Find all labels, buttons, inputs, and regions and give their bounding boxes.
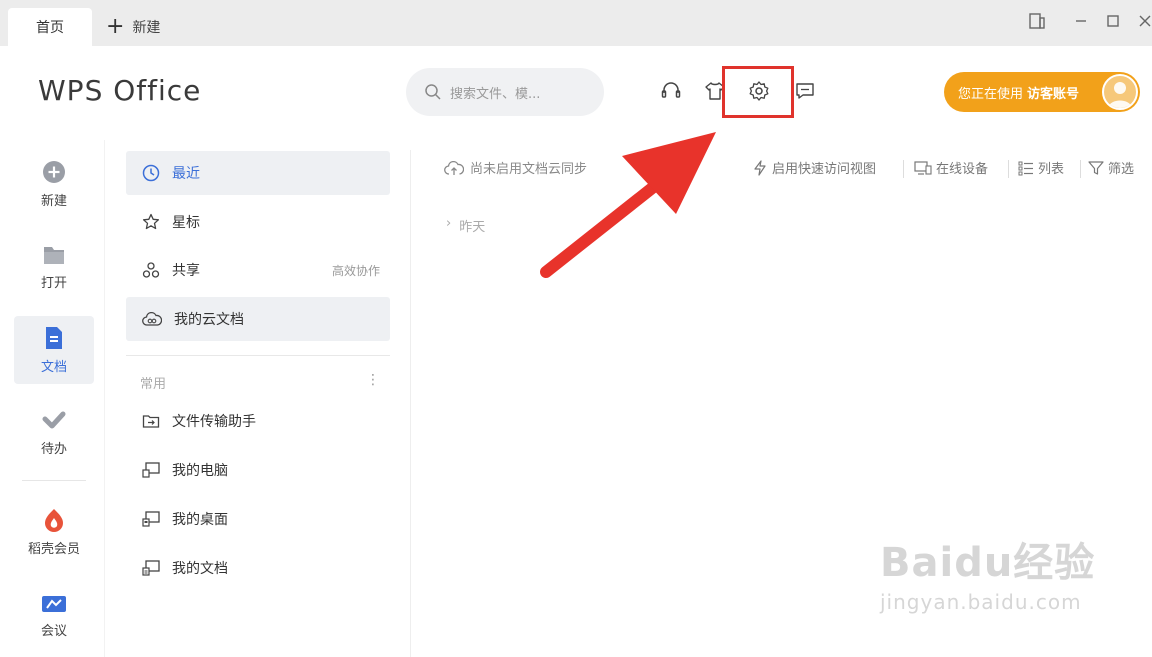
rail-item-open[interactable]: 打开 <box>14 233 94 301</box>
desktop-icon <box>142 510 160 528</box>
computer-icon <box>142 461 160 479</box>
nav-item-recent[interactable]: 最近 <box>126 151 390 195</box>
nav-item-my-documents[interactable]: 我的文档 <box>126 546 390 590</box>
list-label: 列表 <box>1038 162 1065 177</box>
filter-button[interactable]: 筛选 <box>1088 158 1134 177</box>
cloud-icon <box>142 311 162 327</box>
shared-hint: 高效协作 <box>331 263 380 278</box>
video-icon <box>41 594 67 614</box>
tab-home[interactable]: 首页 <box>8 8 92 46</box>
search-box[interactable]: 搜索文件、模... <box>406 68 604 116</box>
rail-label-new: 新建 <box>40 193 67 209</box>
rail-item-new[interactable]: 新建 <box>14 150 94 218</box>
layout-icon[interactable] <box>1026 10 1048 32</box>
section-more-icon[interactable]: ⋮ <box>366 372 380 388</box>
plus-icon: + <box>106 14 125 39</box>
nav-item-my-desktop[interactable]: 我的桌面 <box>126 497 390 541</box>
rail-label-documents: 文档 <box>40 359 67 375</box>
flame-icon <box>43 508 65 532</box>
cloud-sync-status[interactable]: 尚未启用文档云同步 <box>444 158 587 177</box>
online-devices-button[interactable]: 在线设备 <box>914 158 988 177</box>
rail-label-docer-vip: 稻壳会员 <box>27 541 80 557</box>
list-icon <box>1018 160 1034 176</box>
message-icon[interactable] <box>792 78 818 104</box>
group-yesterday-label: 昨天 <box>459 220 486 235</box>
nav-label-recent: 最近 <box>172 166 200 182</box>
nav-label-cloud-docs: 我的云文档 <box>174 312 244 328</box>
rail-separator <box>22 480 86 481</box>
user-account-button[interactable]: 您正在使用 访客账号 <box>944 72 1140 112</box>
star-icon <box>142 213 160 231</box>
check-icon <box>42 410 66 432</box>
nav-label-transfer: 文件传输助手 <box>172 414 256 430</box>
quick-view-label: 启用快速访问视图 <box>772 162 877 177</box>
close-button[interactable] <box>1134 10 1152 32</box>
list-view-button[interactable]: 列表 <box>1018 158 1064 177</box>
headset-icon[interactable] <box>658 78 684 104</box>
wps-window: 首页 + 新建 WPS Office 搜索文件、模... 您正在使用 访客账号 … <box>0 0 1152 657</box>
watermark-sub: jingyan.baidu.com <box>880 590 1082 614</box>
plus-circle-icon <box>42 160 66 184</box>
column-divider <box>410 150 411 657</box>
filter-icon <box>1088 160 1104 176</box>
minimize-button[interactable] <box>1070 10 1092 32</box>
rail-label-open: 打开 <box>40 275 67 291</box>
rail-item-docer-vip[interactable]: 稻壳会员 <box>14 498 94 566</box>
tab-new[interactable]: + 新建 <box>106 8 160 46</box>
nav-label-my-documents: 我的文档 <box>172 561 228 577</box>
rail-item-todo[interactable]: 待办 <box>14 399 94 467</box>
rail-item-meeting[interactable]: 会议 <box>14 582 94 650</box>
title-bar: 首页 + 新建 <box>0 0 1152 46</box>
folder-icon <box>42 244 66 266</box>
toolbar-separator <box>1008 160 1009 178</box>
search-placeholder: 搜索文件、模... <box>450 86 541 102</box>
nav-item-my-computer[interactable]: 我的电脑 <box>126 448 390 492</box>
red-arrow-annotation <box>540 132 716 278</box>
rail-item-documents[interactable]: 文档 <box>14 316 94 384</box>
baidu-watermark: Baidu经验 jingyan.baidu.com <box>880 530 1095 614</box>
lightning-icon <box>752 159 768 176</box>
cloud-upload-icon <box>444 160 464 176</box>
toolbar-separator <box>1080 160 1081 178</box>
devices-icon <box>914 160 932 176</box>
toolbar-separator <box>903 160 904 178</box>
user-prefix: 您正在使用 <box>958 86 1024 102</box>
nav-label-shared: 共享 <box>172 263 200 279</box>
user-account-label: 访客账号 <box>1027 86 1080 102</box>
maximize-button[interactable] <box>1102 10 1124 32</box>
filter-label: 筛选 <box>1108 162 1135 177</box>
document-icon <box>43 326 65 350</box>
chevron-right-icon: › <box>446 216 452 231</box>
group-yesterday[interactable]: › 昨天 <box>446 216 485 235</box>
transfer-icon <box>142 412 160 430</box>
quick-view-button[interactable]: 启用快速访问视图 <box>752 158 876 177</box>
nav-label-my-computer: 我的电脑 <box>172 463 228 479</box>
avatar[interactable] <box>1102 74 1138 110</box>
share-icon <box>142 261 160 279</box>
cloud-sync-label: 尚未启用文档云同步 <box>470 162 588 177</box>
nav-item-transfer[interactable]: 文件传输助手 <box>126 399 390 443</box>
folder-docs-icon <box>142 559 160 577</box>
nav-separator <box>126 355 390 356</box>
search-icon <box>424 83 442 101</box>
online-devices-label: 在线设备 <box>936 162 989 177</box>
rail-label-todo: 待办 <box>40 441 67 457</box>
nav-label-my-desktop: 我的桌面 <box>172 512 228 528</box>
nav-item-starred[interactable]: 星标 <box>126 200 390 244</box>
nav-item-shared[interactable]: 共享 高效协作 <box>126 248 390 292</box>
app-logo: WPS Office <box>38 74 202 107</box>
rail-divider <box>104 140 105 657</box>
clock-icon <box>142 164 160 182</box>
tab-new-label: 新建 <box>132 20 161 36</box>
nav-item-cloud-docs[interactable]: 我的云文档 <box>126 297 390 341</box>
nav-label-starred: 星标 <box>172 215 200 231</box>
rail-label-meeting: 会议 <box>40 623 67 639</box>
watermark-main: Baidu经验 <box>880 540 1096 586</box>
section-label-common: 常用 <box>140 377 167 392</box>
